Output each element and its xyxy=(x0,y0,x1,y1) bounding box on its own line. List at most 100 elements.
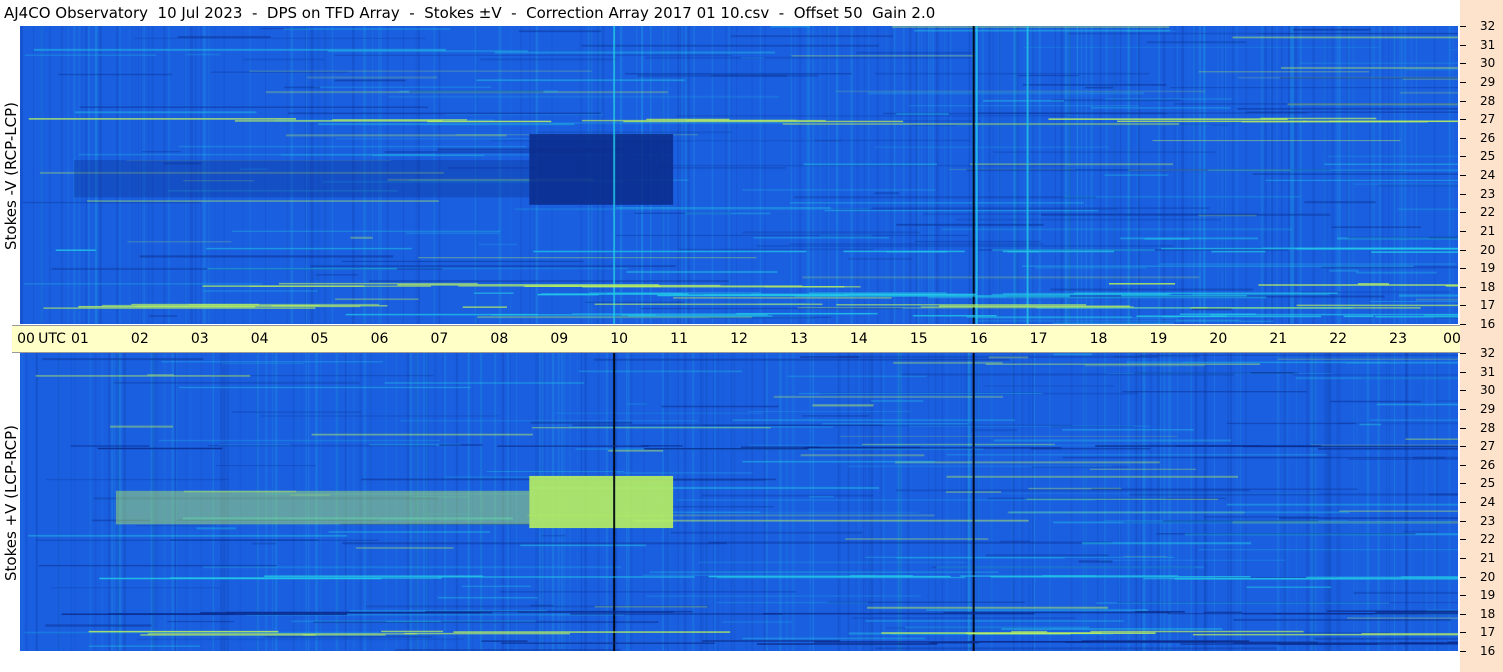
texture-streak xyxy=(101,353,104,651)
texture-streak xyxy=(1277,358,1458,360)
texture-streak xyxy=(1377,353,1380,651)
texture-streak xyxy=(932,26,934,324)
rfi-band xyxy=(1398,642,1458,644)
texture-streak xyxy=(1122,390,1307,393)
freq-tick-mark xyxy=(1460,286,1466,288)
rfi-band xyxy=(1357,283,1389,285)
texture-streak xyxy=(1078,560,1113,563)
rfi-band xyxy=(70,445,150,447)
texture-streak xyxy=(914,240,1041,243)
time-tick-label: 08 xyxy=(490,331,509,347)
texture-streak xyxy=(1021,353,1024,651)
texture-streak xyxy=(1023,26,1025,324)
rfi-band xyxy=(1400,576,1458,578)
texture-streak xyxy=(1126,361,1458,364)
rfi-band xyxy=(501,642,715,644)
rfi-band xyxy=(55,249,96,251)
texture-streak xyxy=(1233,618,1452,621)
texture-streak xyxy=(45,624,152,627)
time-tick-label: 22 xyxy=(1329,331,1348,347)
freq-tick-mark xyxy=(1460,651,1466,652)
texture-streak xyxy=(1240,320,1274,323)
texture-streak xyxy=(1276,26,1278,324)
texture-streak xyxy=(1009,511,1350,514)
texture-streak xyxy=(626,270,778,274)
time-tick-label: 09 xyxy=(550,331,569,347)
texture-streak xyxy=(764,26,766,324)
texture-streak xyxy=(1340,353,1342,651)
texture-streak xyxy=(1128,169,1291,171)
texture-streak xyxy=(868,26,870,324)
texture-streak xyxy=(789,202,1084,204)
texture-streak xyxy=(1283,353,1284,651)
texture-streak xyxy=(988,26,991,324)
rfi-band xyxy=(278,282,478,285)
texture-streak xyxy=(806,26,808,324)
texture-streak xyxy=(992,26,994,324)
freq-tick-label: 19 xyxy=(1480,261,1496,276)
texture-streak xyxy=(856,51,972,54)
texture-streak xyxy=(1159,353,1162,651)
rfi-band xyxy=(43,307,316,309)
texture-streak xyxy=(170,539,319,541)
texture-streak xyxy=(711,26,714,324)
texture-streak xyxy=(908,105,1140,107)
freq-tick-label: 24 xyxy=(1480,168,1496,182)
vertical-interference-line xyxy=(972,26,975,324)
texture-streak xyxy=(1186,353,1188,651)
rfi-band xyxy=(453,631,731,633)
rfi-band xyxy=(533,250,807,253)
texture-streak xyxy=(1120,353,1122,651)
rfi-band xyxy=(99,577,382,580)
rfi-band xyxy=(594,303,823,306)
freq-tick-label: 24 xyxy=(1480,495,1496,509)
rfi-band xyxy=(458,285,579,287)
rfi-band xyxy=(1065,641,1318,644)
texture-streak xyxy=(926,609,1149,612)
texture-streak xyxy=(1090,468,1197,470)
rfi-band xyxy=(673,293,957,296)
texture-streak xyxy=(708,541,1113,544)
texture-streak xyxy=(1050,425,1134,428)
texture-streak xyxy=(384,382,585,384)
freq-tick-mark xyxy=(1460,520,1466,522)
rfi-band xyxy=(1371,251,1458,253)
texture-streak xyxy=(836,26,839,324)
texture-streak xyxy=(1197,549,1458,551)
texture-streak xyxy=(773,395,1004,398)
texture-streak xyxy=(1035,267,1147,269)
texture-streak xyxy=(1371,26,1373,324)
texture-streak xyxy=(1386,353,1388,651)
rfi-band xyxy=(1073,292,1338,295)
freq-tick-label: 18 xyxy=(1480,606,1496,621)
texture-streak xyxy=(20,26,23,324)
texture-streak xyxy=(40,26,43,324)
freq-tick-label: 25 xyxy=(1480,149,1496,164)
texture-streak xyxy=(1338,422,1458,425)
texture-streak xyxy=(1085,26,1087,324)
texture-streak xyxy=(1091,488,1358,490)
texture-streak xyxy=(649,571,999,574)
texture-streak xyxy=(259,415,499,417)
texture-streak xyxy=(578,370,743,373)
texture-streak xyxy=(42,358,204,361)
texture-streak xyxy=(794,26,796,324)
texture-streak xyxy=(264,635,433,638)
time-tick-label: 15 xyxy=(909,331,928,347)
texture-streak xyxy=(1052,322,1174,324)
rfi-band xyxy=(992,249,1155,251)
time-tick-label: 16 xyxy=(969,331,988,347)
texture-streak xyxy=(222,362,305,365)
texture-streak xyxy=(1329,269,1359,272)
texture-streak xyxy=(765,353,768,651)
texture-streak xyxy=(334,54,732,56)
texture-streak xyxy=(851,617,1076,619)
texture-streak xyxy=(1369,419,1458,422)
texture-streak xyxy=(968,26,970,324)
texture-streak xyxy=(1338,353,1340,651)
texture-streak xyxy=(136,638,464,641)
texture-streak xyxy=(625,72,852,75)
texture-streak xyxy=(139,255,394,258)
texture-streak xyxy=(74,353,76,651)
texture-streak xyxy=(871,400,924,402)
